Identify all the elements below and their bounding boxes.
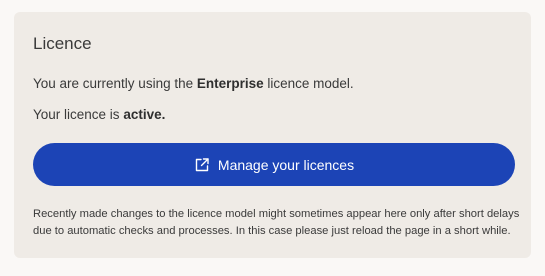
licence-status-value: active. (123, 107, 166, 122)
licence-model-suffix: licence model. (263, 76, 354, 91)
licence-model-text: You are currently using the Enterprise l… (33, 76, 354, 92)
licence-status-text: Your licence is active. (33, 107, 165, 123)
licence-model-name: Enterprise (196, 76, 264, 91)
manage-licences-label: Manage your licences (217, 156, 355, 173)
licence-delay-note: Recently made changes to the licence mod… (33, 208, 520, 237)
licence-status-prefix: Your licence is (33, 107, 124, 122)
licence-model-prefix: You are currently using the (33, 76, 197, 91)
external-link-icon (194, 157, 210, 173)
licence-title: Licence (33, 34, 92, 53)
manage-licences-button[interactable]: Manage your licences (33, 143, 515, 186)
licence-card: Licence You are currently using the Ente… (14, 12, 531, 258)
